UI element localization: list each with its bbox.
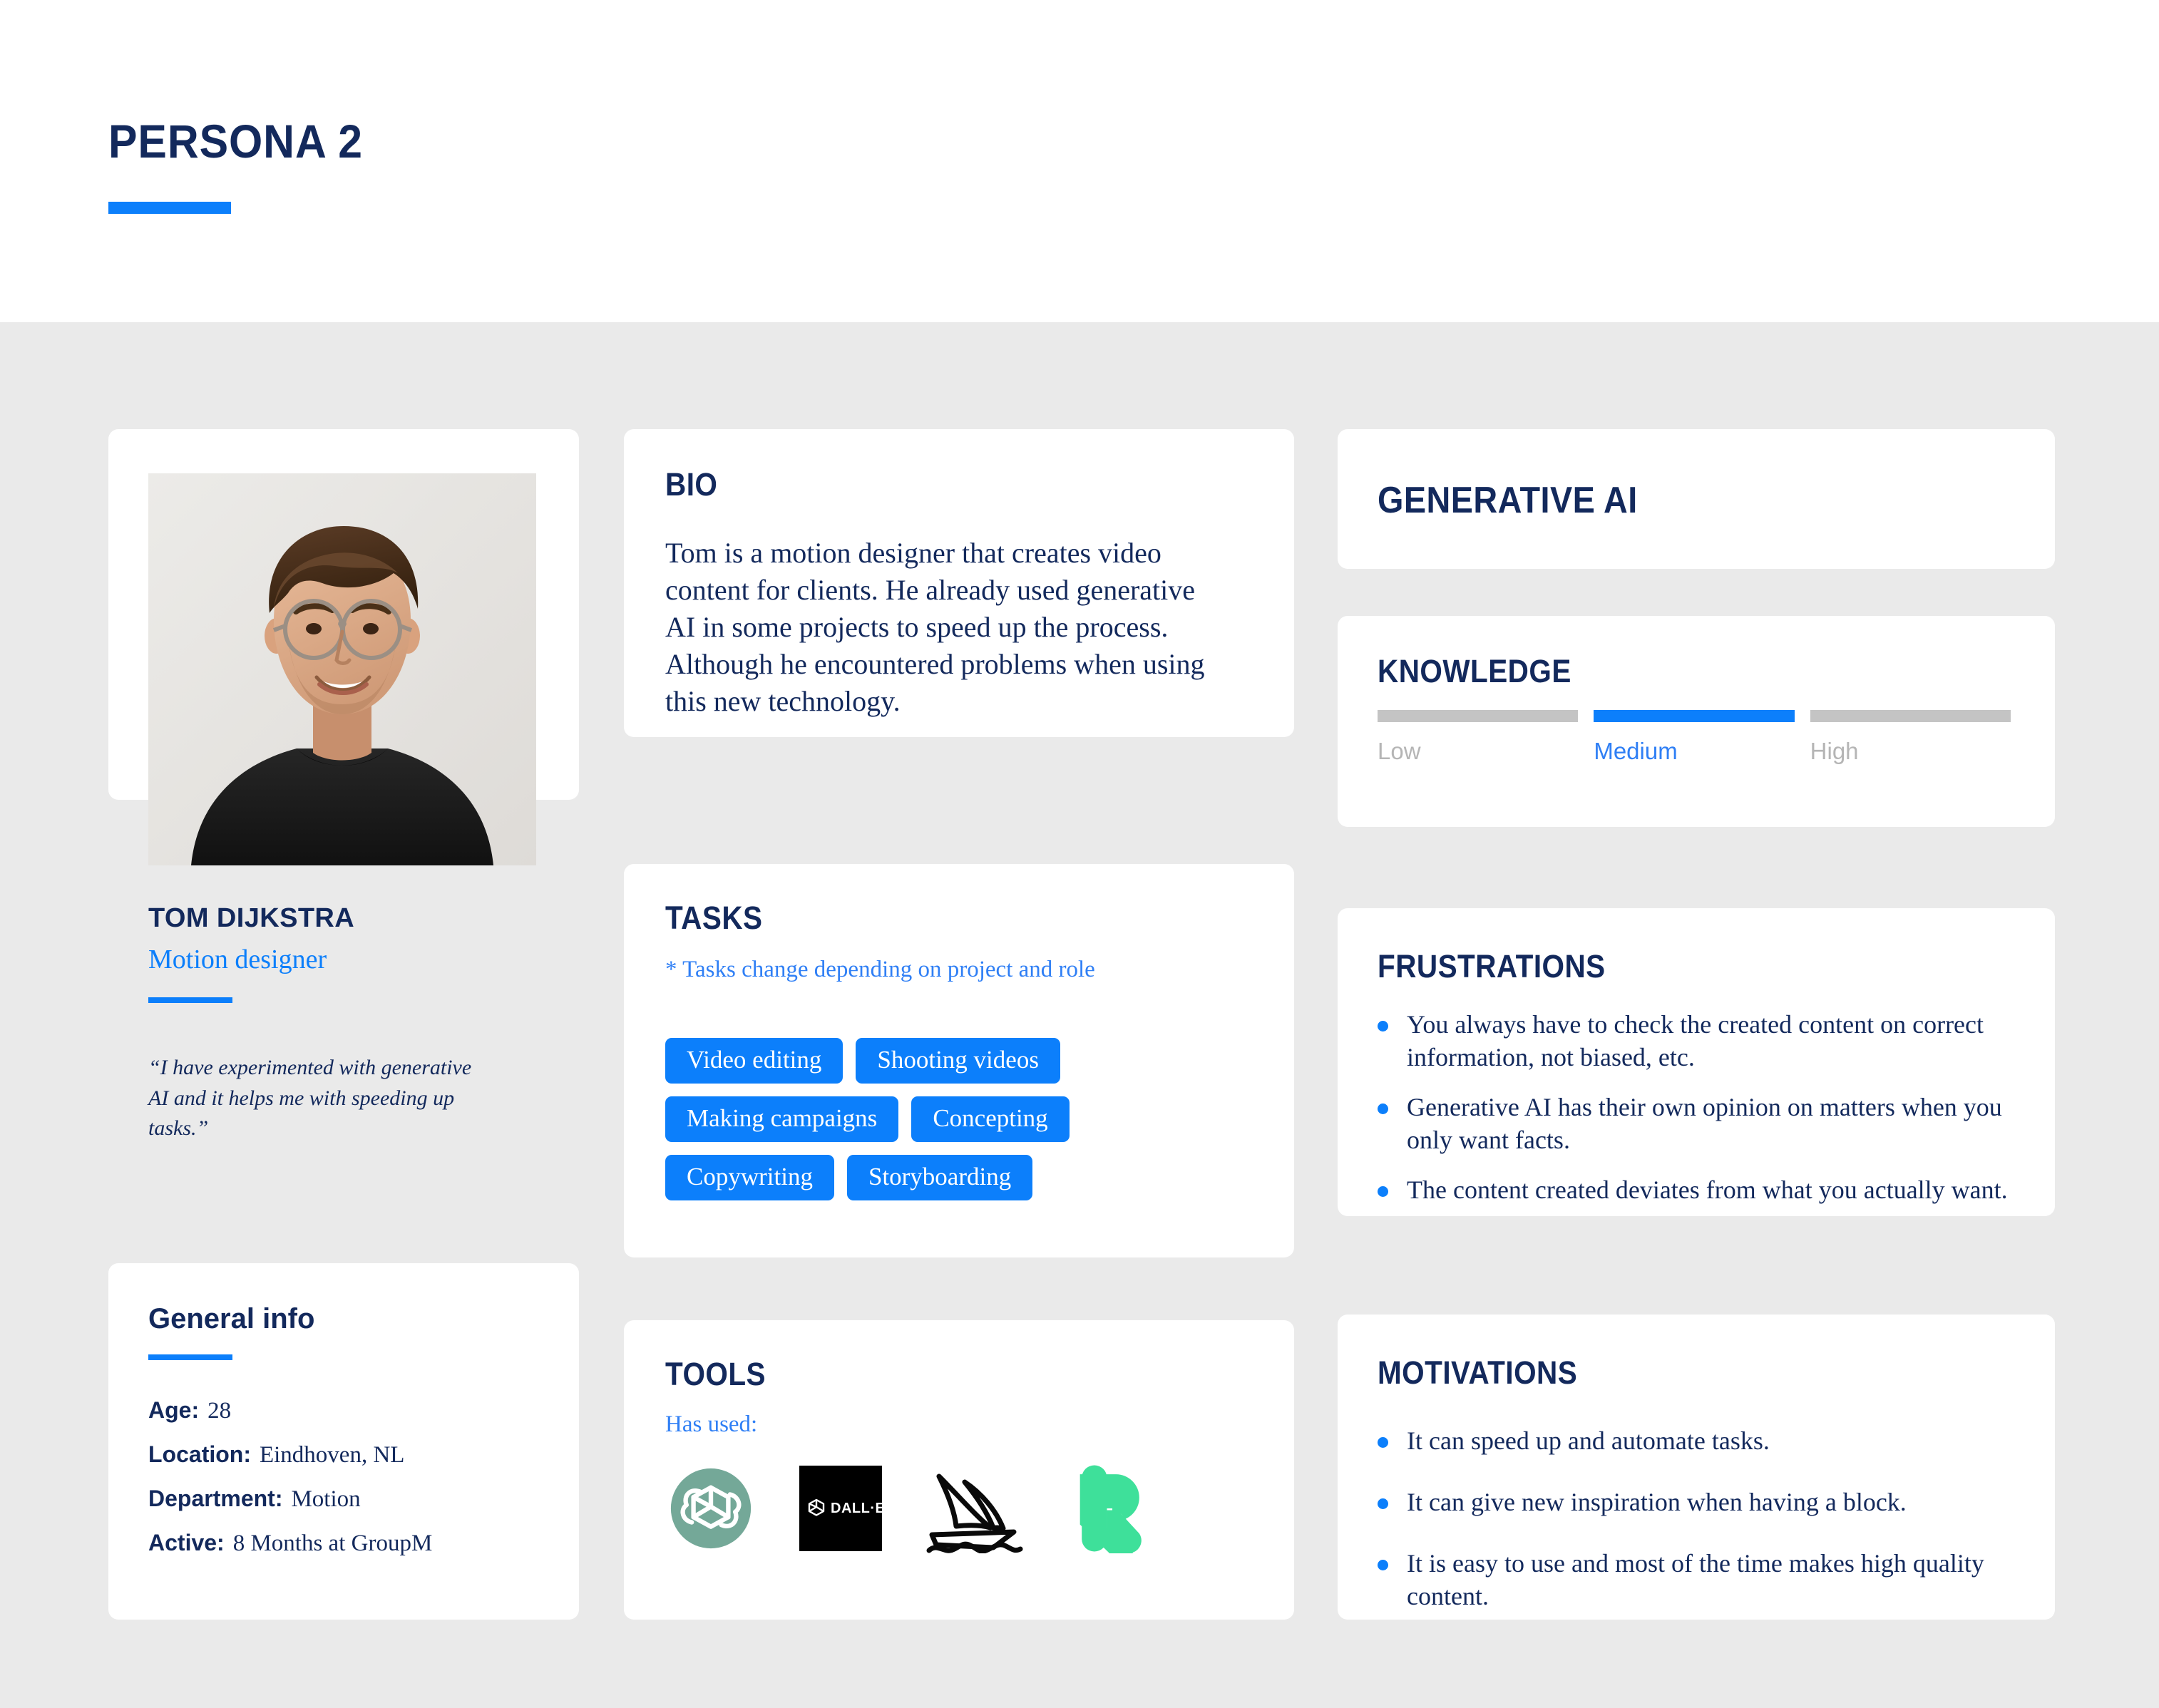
- frustration-text: Generative AI has their own opinion on m…: [1407, 1093, 2002, 1155]
- portrait-illustration: [148, 473, 536, 865]
- motivation-text: It can speed up and automate tasks.: [1407, 1426, 1770, 1455]
- frustrations-list: You always have to check the created con…: [1378, 1008, 2012, 1223]
- department-value: Motion: [291, 1486, 361, 1512]
- list-item: It can give new inspiration when having …: [1378, 1486, 2012, 1518]
- task-pill[interactable]: Shooting videos: [856, 1038, 1060, 1084]
- knowledge-bar-low: [1378, 710, 1579, 722]
- frustration-text: You always have to check the created con…: [1407, 1010, 1984, 1072]
- generative-ai-title: GENERATIVE AI: [1378, 480, 1638, 521]
- motivation-text: It can give new inspiration when having …: [1407, 1488, 1907, 1517]
- knowledge-meter: Low Medium High: [1378, 710, 2011, 765]
- list-item: The content created deviates from what y…: [1378, 1173, 2012, 1206]
- bio-text: Tom is a motion designer that creates vi…: [665, 537, 1205, 717]
- bullet-dot-icon: [1378, 1560, 1388, 1571]
- bio-card: BIO Tom is a motion designer that create…: [624, 429, 1294, 737]
- motivations-list: It can speed up and automate tasks. It c…: [1378, 1424, 2012, 1641]
- frustrations-title: FRUSTRATIONS: [1378, 948, 1606, 984]
- task-pill[interactable]: Storyboarding: [846, 1155, 1033, 1200]
- general-info-title: General info: [148, 1303, 315, 1334]
- list-item: It can speed up and automate tasks.: [1378, 1424, 2012, 1457]
- motivations-title: MOTIVATIONS: [1378, 1354, 1578, 1391]
- tool-midjourney[interactable]: [925, 1463, 1025, 1554]
- chatgpt-logo-icon: [670, 1468, 752, 1549]
- knowledge-level-medium[interactable]: Medium: [1594, 710, 1795, 765]
- bio-title: BIO: [665, 466, 718, 503]
- person-quote: “I have experimented with generative AI …: [148, 1056, 472, 1141]
- age-label: Age:: [148, 1397, 200, 1423]
- bullet-dot-icon: [1378, 1498, 1388, 1510]
- frustration-text: The content created deviates from what y…: [1407, 1175, 2008, 1205]
- tasks-note: * Tasks change depending on project and …: [665, 957, 1095, 982]
- general-info-card: General info Age: 28 Location: Eindhoven…: [108, 1263, 579, 1620]
- general-info-row-age: Age: 28: [148, 1397, 548, 1424]
- general-info-accent-rule: [148, 1354, 232, 1360]
- knowledge-bar-medium: [1594, 710, 1795, 722]
- bullet-dot-icon: [1378, 1437, 1388, 1448]
- generative-ai-card: GENERATIVE AI: [1338, 429, 2055, 569]
- tasks-card: TASKS * Tasks change depending on projec…: [624, 864, 1294, 1257]
- tools-subtitle: Has used:: [665, 1411, 758, 1437]
- content-stage: TOM DIJKSTRA Motion designer “I have exp…: [0, 322, 2159, 1708]
- knowledge-label-low: Low: [1378, 738, 1421, 764]
- knowledge-title: KNOWLEDGE: [1378, 653, 1571, 689]
- active-label: Active:: [148, 1530, 225, 1555]
- person-name: TOM DIJKSTRA: [148, 903, 355, 933]
- person-role: Motion designer: [148, 945, 327, 974]
- tasks-title: TASKS: [665, 900, 763, 936]
- tool-chatgpt[interactable]: [665, 1463, 757, 1554]
- tool-dalle2[interactable]: DALL·E 2: [795, 1463, 886, 1554]
- page-title: PERSONA 2: [108, 115, 363, 168]
- task-pill[interactable]: Copywriting: [665, 1155, 834, 1200]
- list-item: It is easy to use and most of the time m…: [1378, 1547, 2012, 1612]
- active-value: 8 Months at GroupM: [232, 1530, 433, 1556]
- list-item: Generative AI has their own opinion on m…: [1378, 1091, 2012, 1156]
- knowledge-level-high[interactable]: High: [1810, 710, 2011, 765]
- tools-card: TOOLS Has used: DALL·E: [624, 1320, 1294, 1620]
- task-pill[interactable]: Video editing: [665, 1038, 843, 1084]
- page-banner: PERSONA 2: [0, 0, 2159, 322]
- dalle2-logo-icon: DALL·E 2: [799, 1466, 886, 1551]
- tasks-pill-list: Video editing Shooting videos Making cam…: [665, 1038, 1250, 1200]
- knowledge-bar-high: [1810, 710, 2011, 722]
- knowledge-label-high: High: [1810, 738, 1859, 764]
- avatar: [148, 473, 536, 865]
- tools-title: TOOLS: [665, 1356, 766, 1392]
- general-info-row-location: Location: Eindhoven, NL: [148, 1441, 548, 1468]
- tools-logo-row: DALL·E 2: [665, 1463, 1154, 1554]
- department-label: Department:: [148, 1486, 283, 1511]
- motivation-text: It is easy to use and most of the time m…: [1407, 1549, 1984, 1611]
- frustrations-card: FRUSTRATIONS You always have to check th…: [1338, 908, 2055, 1216]
- age-value: 28: [207, 1398, 232, 1424]
- midjourney-logo-icon: [926, 1473, 1023, 1553]
- runway-logo-icon: [1080, 1465, 1142, 1553]
- dalle2-wordmark: DALL·E 2: [831, 1501, 886, 1516]
- general-info-row-active: Active: 8 Months at GroupM: [148, 1530, 548, 1557]
- knowledge-label-medium: Medium: [1594, 738, 1678, 764]
- task-pill[interactable]: Concepting: [911, 1096, 1070, 1142]
- general-info-row-department: Department: Motion: [148, 1486, 548, 1513]
- tool-runway[interactable]: [1063, 1463, 1154, 1554]
- bullet-dot-icon: [1378, 1021, 1388, 1032]
- knowledge-level-low[interactable]: Low: [1378, 710, 1579, 765]
- title-accent-rule: [108, 202, 231, 214]
- bullet-dot-icon: [1378, 1103, 1388, 1115]
- general-info-rows: Age: 28 Location: Eindhoven, NL Departme…: [148, 1397, 548, 1574]
- list-item: You always have to check the created con…: [1378, 1008, 2012, 1074]
- location-label: Location:: [148, 1441, 251, 1467]
- bullet-dot-icon: [1378, 1186, 1388, 1198]
- knowledge-card: KNOWLEDGE Low Medium High: [1338, 616, 2055, 827]
- role-accent-rule: [148, 997, 232, 1003]
- motivations-card: MOTIVATIONS It can speed up and automate…: [1338, 1315, 2055, 1620]
- task-pill[interactable]: Making campaigns: [665, 1096, 899, 1142]
- profile-card: TOM DIJKSTRA Motion designer “I have exp…: [108, 429, 579, 1140]
- location-value: Eindhoven, NL: [259, 1442, 405, 1468]
